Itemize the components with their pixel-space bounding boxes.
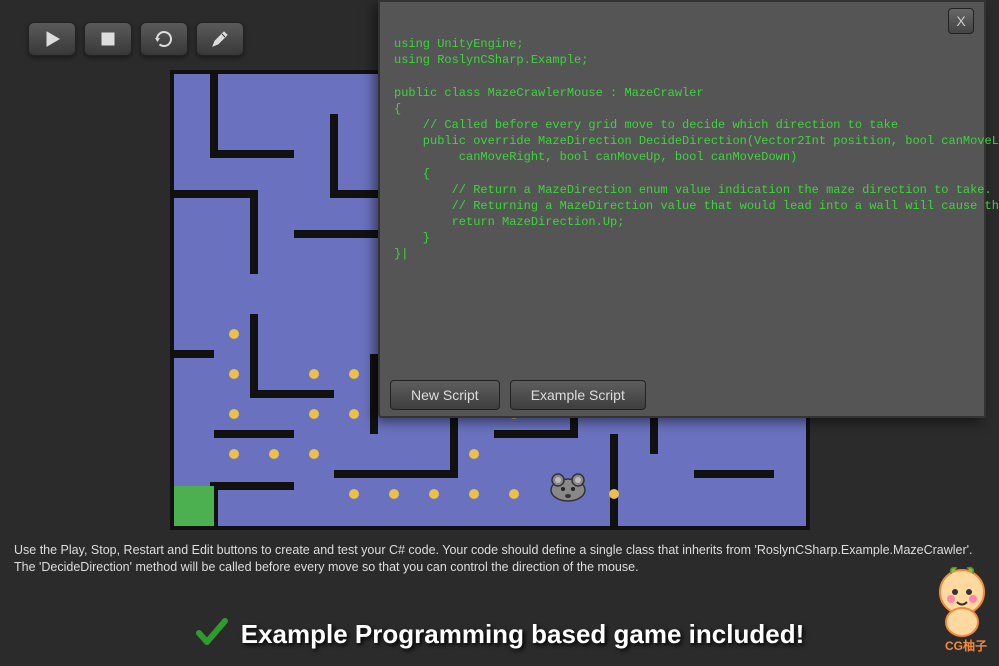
close-icon: X xyxy=(956,13,965,29)
instructions-text: Use the Play, Stop, Restart and Edit but… xyxy=(14,542,979,576)
new-script-button[interactable]: New Script xyxy=(390,380,500,410)
stop-icon xyxy=(101,32,115,46)
restart-button[interactable] xyxy=(140,22,188,56)
mouse-sprite xyxy=(546,472,590,502)
example-script-button[interactable]: Example Script xyxy=(510,380,646,410)
close-button[interactable]: X xyxy=(948,8,974,34)
code-editor-text[interactable]: using UnityEngine; using RoslynCSharp.Ex… xyxy=(394,36,970,263)
play-button[interactable] xyxy=(28,22,76,56)
watermark-text: CG柚子 xyxy=(945,637,987,654)
checkmark-icon xyxy=(195,615,229,654)
code-editor-panel: X using UnityEngine; using RoslynCSharp.… xyxy=(378,0,986,418)
banner: Example Programming based game included! xyxy=(0,615,999,654)
edit-button[interactable] xyxy=(196,22,244,56)
edit-icon xyxy=(211,30,229,48)
stop-button[interactable] xyxy=(84,22,132,56)
toolbar xyxy=(28,22,244,56)
banner-text: Example Programming based game included! xyxy=(241,619,804,650)
code-panel-footer: New Script Example Script xyxy=(390,380,646,410)
play-icon xyxy=(44,31,60,47)
restart-icon xyxy=(154,30,174,48)
mascot-icon xyxy=(931,564,993,638)
